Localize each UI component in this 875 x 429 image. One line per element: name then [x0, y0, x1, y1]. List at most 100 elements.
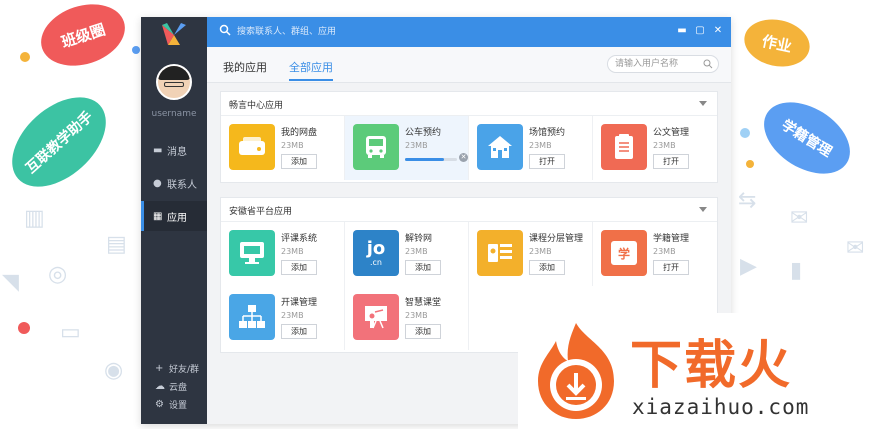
app-size: 23MB — [281, 247, 304, 256]
section-title: 安徽省平台应用 — [229, 207, 293, 217]
app-name: 智慧课堂 — [405, 298, 442, 308]
user-search-box — [607, 55, 719, 73]
add-button[interactable]: 添加 — [281, 260, 317, 275]
app-card-bus-booking: 公车预约 23MB ✕ — [345, 116, 469, 180]
app-card-course-tiering: 课程分层管理 23MB 添加 — [469, 222, 593, 286]
watermark: 下载火 xiazaihuo.com — [518, 313, 875, 429]
decor-dot — [20, 52, 30, 62]
pointer-icon: ◉ — [104, 358, 124, 383]
download-progress — [405, 158, 457, 161]
chevron-down-icon[interactable] — [699, 101, 707, 106]
school-icon: ▥ — [24, 206, 45, 231]
add-button[interactable]: 添加 — [281, 324, 317, 339]
bubble-teaching-assistant: 互联教学助手 — [0, 79, 123, 205]
bubble-class-circle: 班级圈 — [33, 0, 133, 76]
bubble-student-records: 学籍管理 — [751, 87, 863, 189]
add-button[interactable]: 添加 — [405, 324, 441, 339]
cloud-icon: ☁ — [155, 380, 165, 392]
global-search-input[interactable] — [237, 23, 497, 41]
settings-button[interactable]: ⚙ 设置 — [141, 396, 207, 412]
search-icon — [219, 24, 231, 36]
cloud-disk-button[interactable]: ☁ 云盘 — [141, 378, 207, 394]
section-header: 安徽省平台应用 — [221, 198, 717, 222]
user-search-input[interactable] — [615, 58, 703, 70]
app-card-my-disk: 我的网盘 23MB 添加 — [221, 116, 345, 180]
app-size: 23MB — [281, 311, 304, 320]
jo-logo-icon[interactable]: jo .cn — [353, 230, 399, 276]
watermark-url: xiazaihuo.com — [632, 395, 810, 419]
teacher-icon[interactable] — [353, 294, 399, 340]
app-name: 我的网盘 — [281, 128, 318, 138]
add-button[interactable]: 添加 — [405, 260, 441, 275]
app-name: 公文管理 — [653, 128, 690, 138]
gear-icon: ⚙ — [155, 398, 164, 410]
monitor-icon[interactable] — [229, 230, 275, 276]
book-icon: ▤ — [106, 232, 127, 257]
tab-my-apps[interactable]: 我的应用 — [223, 59, 267, 79]
chat-icon: ▭ — [60, 320, 81, 345]
section-title: 畅言中心应用 — [229, 101, 284, 111]
watermark-text: 下载火 — [630, 336, 793, 396]
avatar[interactable] — [156, 64, 192, 100]
app-name: 评课系统 — [281, 234, 318, 244]
minimize-button[interactable]: ▬ — [675, 24, 689, 38]
app-name: 开课管理 — [281, 298, 318, 308]
app-size: 23MB — [405, 311, 428, 320]
envelope-icon: ✉ — [790, 206, 809, 231]
app-size: 23MB — [653, 247, 676, 256]
tab-all-apps[interactable]: 全部应用 — [289, 59, 333, 81]
app-size: 23MB — [281, 141, 304, 150]
add-button[interactable]: 添加 — [529, 260, 565, 275]
app-size: 23MB — [405, 247, 428, 256]
bar-icon: ▮ — [790, 258, 803, 283]
sidebar: username ▬ 消息 ● 联系人 ▦ 应用 + 好友/群 ☁ 云盘 ⚙ 设… — [141, 17, 207, 424]
bus-icon[interactable] — [353, 124, 399, 170]
mail-icon: ✉ — [846, 236, 865, 261]
student-icon[interactable]: 学 — [601, 230, 647, 276]
section-changyan-apps: 畅言中心应用 我的网盘 23MB 添加 公车预约 23MB ✕ 场馆预约 23M… — [220, 91, 718, 183]
close-button[interactable]: ✕ — [711, 24, 725, 38]
course-icon[interactable] — [477, 230, 523, 276]
maximize-button[interactable]: ▢ — [693, 24, 707, 38]
nav-item-contacts[interactable]: ● 联系人 — [141, 168, 207, 198]
house-icon[interactable] — [477, 124, 523, 170]
app-size: 23MB — [405, 141, 428, 150]
open-button[interactable]: 打开 — [653, 154, 689, 169]
tab-bar: 我的应用 全部应用 — [207, 47, 731, 83]
disk-icon[interactable] — [229, 124, 275, 170]
decor-dot — [18, 322, 30, 334]
megaphone-icon: ◥ — [2, 270, 19, 295]
video-icon: ▶ — [740, 254, 757, 279]
app-name: 课程分层管理 — [529, 234, 584, 244]
share-icon: ⇆ — [738, 188, 757, 213]
app-card-jieling: jo .cn 解铃网 23MB 添加 — [345, 222, 469, 286]
app-name: 场馆预约 — [529, 128, 566, 138]
open-button[interactable]: 打开 — [653, 260, 689, 275]
open-button[interactable]: 打开 — [529, 154, 565, 169]
app-name: 解铃网 — [405, 234, 433, 244]
app-size: 23MB — [653, 141, 676, 150]
nav-item-apps[interactable]: ▦ 应用 — [141, 201, 207, 231]
search-icon: ◎ — [48, 262, 68, 287]
nav-item-messages[interactable]: ▬ 消息 — [141, 135, 207, 165]
add-button[interactable]: 添加 — [281, 154, 317, 169]
app-size: 23MB — [529, 141, 552, 150]
cancel-download-icon[interactable]: ✕ — [459, 153, 468, 162]
decor-dot — [746, 160, 754, 168]
section-header: 畅言中心应用 — [221, 92, 717, 116]
app-size: 23MB — [529, 247, 552, 256]
app-card-course-opening: 开课管理 23MB 添加 — [221, 286, 345, 350]
plus-icon: + — [155, 362, 164, 374]
network-icon[interactable] — [229, 294, 275, 340]
grid-icon: ▦ — [153, 210, 163, 222]
friends-groups-button[interactable]: + 好友/群 — [141, 360, 207, 376]
chevron-down-icon[interactable] — [699, 207, 707, 212]
username-label: username — [151, 109, 197, 119]
app-card-smart-classroom: 智慧课堂 23MB 添加 — [345, 286, 469, 350]
flame-logo-icon — [538, 323, 614, 419]
top-bar: ▬ ▢ ✕ — [207, 17, 731, 47]
search-icon[interactable] — [703, 59, 713, 69]
person-icon: ● — [153, 177, 162, 189]
document-icon[interactable] — [601, 124, 647, 170]
decor-dot — [740, 128, 750, 138]
